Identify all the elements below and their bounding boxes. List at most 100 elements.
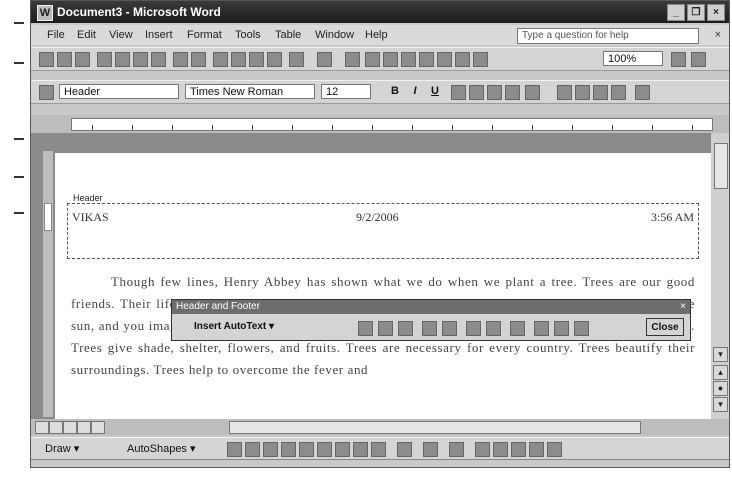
menu-help[interactable]: Help <box>365 25 388 45</box>
justify-icon[interactable] <box>505 85 520 100</box>
align-right-icon[interactable] <box>487 85 502 100</box>
font-select[interactable]: Times New Roman <box>185 84 315 99</box>
document-map-icon[interactable] <box>455 52 470 67</box>
print-icon[interactable] <box>133 52 148 67</box>
normal-view-icon[interactable] <box>35 421 49 434</box>
read-icon[interactable] <box>691 52 706 67</box>
minimize-icon[interactable]: _ <box>667 4 685 21</box>
print-preview-icon[interactable] <box>151 52 166 67</box>
menu-format[interactable]: Format <box>187 25 222 45</box>
autoshapes-menu-button[interactable]: AutoShapes ▾ <box>127 438 196 460</box>
oval-icon[interactable] <box>281 442 296 457</box>
paste-icon[interactable] <box>249 52 264 67</box>
insert-table-icon[interactable] <box>383 52 398 67</box>
bold-button[interactable]: B <box>387 84 403 99</box>
insert-autotext-button[interactable]: Insert AutoText ▾ <box>178 318 348 336</box>
next-page-icon[interactable]: ▾ <box>713 397 728 412</box>
line-spacing-icon[interactable] <box>525 85 540 100</box>
rectangle-icon[interactable] <box>263 442 278 457</box>
same-as-previous-icon[interactable] <box>510 321 525 336</box>
help-icon[interactable] <box>671 52 686 67</box>
menu-view[interactable]: View <box>109 25 133 45</box>
toolbar-close-icon[interactable]: × <box>680 300 686 314</box>
save-icon[interactable] <box>75 52 90 67</box>
font-size-select[interactable]: 12 <box>321 84 371 99</box>
wordart-icon[interactable] <box>317 442 332 457</box>
show-hide-text-icon[interactable] <box>486 321 501 336</box>
copy-icon[interactable] <box>231 52 246 67</box>
insert-date-icon[interactable] <box>422 321 437 336</box>
format-painter-icon[interactable] <box>267 52 282 67</box>
align-left-icon[interactable] <box>451 85 466 100</box>
switch-header-footer-icon[interactable] <box>534 321 549 336</box>
insert-time-icon[interactable] <box>442 321 457 336</box>
format-page-number-icon[interactable] <box>398 321 413 336</box>
columns-icon[interactable] <box>419 52 434 67</box>
restore-icon[interactable]: ❐ <box>687 4 705 21</box>
scroll-down-icon[interactable]: ▾ <box>713 347 728 362</box>
numbering-icon[interactable] <box>557 85 572 100</box>
fill-color-icon[interactable] <box>397 442 412 457</box>
3d-style-icon[interactable] <box>547 442 562 457</box>
horizontal-scroll-thumb[interactable] <box>229 421 641 434</box>
insert-page-number-icon[interactable] <box>358 321 373 336</box>
line-style-icon[interactable] <box>475 442 490 457</box>
permission-icon[interactable] <box>97 52 112 67</box>
vertical-scroll-thumb[interactable] <box>714 143 728 189</box>
diagram-icon[interactable] <box>335 442 350 457</box>
menu-tools[interactable]: Tools <box>235 25 261 45</box>
research-icon[interactable] <box>191 52 206 67</box>
spelling-icon[interactable] <box>173 52 188 67</box>
shadow-style-icon[interactable] <box>529 442 544 457</box>
line-icon[interactable] <box>227 442 242 457</box>
header-area[interactable]: VIKAS 9/2/2006 3:56 AM <box>67 203 699 259</box>
outline-view-icon[interactable] <box>77 421 91 434</box>
hyperlink-icon[interactable] <box>345 52 360 67</box>
center-icon[interactable] <box>469 85 484 100</box>
insert-number-of-pages-icon[interactable] <box>378 321 393 336</box>
reading-layout-view-icon[interactable] <box>91 421 105 434</box>
show-previous-icon[interactable] <box>554 321 569 336</box>
close-icon[interactable]: × <box>707 4 725 21</box>
undo-icon[interactable] <box>289 52 304 67</box>
drawing-icon[interactable] <box>437 52 452 67</box>
ask-question-input[interactable]: Type a question for help <box>517 28 699 44</box>
cut-icon[interactable] <box>213 52 228 67</box>
text-box-icon[interactable] <box>299 442 314 457</box>
document-page[interactable]: VIKAS 9/2/2006 3:56 AM Header Though few… <box>55 153 711 419</box>
italic-button[interactable]: I <box>407 84 423 99</box>
underline-button[interactable]: U <box>427 84 443 99</box>
font-color-icon[interactable] <box>449 442 464 457</box>
select-browse-object-icon[interactable]: ● <box>713 381 728 396</box>
dash-style-icon[interactable] <box>493 442 508 457</box>
arrow-icon[interactable] <box>245 442 260 457</box>
decrease-indent-icon[interactable] <box>593 85 608 100</box>
print-layout-view-icon[interactable] <box>63 421 77 434</box>
bullets-icon[interactable] <box>575 85 590 100</box>
close-header-footer-button[interactable]: Close <box>646 318 684 336</box>
previous-page-icon[interactable]: ▴ <box>713 365 728 380</box>
show-hide-icon[interactable] <box>473 52 488 67</box>
zoom-select[interactable]: 100% <box>603 51 663 66</box>
menu-table[interactable]: Table <box>275 25 301 45</box>
arrow-style-icon[interactable] <box>511 442 526 457</box>
clip-art-icon[interactable] <box>353 442 368 457</box>
picture-icon[interactable] <box>371 442 386 457</box>
menu-file[interactable]: File <box>47 25 65 45</box>
styles-formatting-icon[interactable] <box>39 85 54 100</box>
horizontal-ruler[interactable] <box>31 115 729 133</box>
tables-borders-icon[interactable] <box>365 52 380 67</box>
menu-insert[interactable]: Insert <box>145 25 173 45</box>
draw-menu-button[interactable]: Draw ▾ <box>45 438 79 460</box>
document-close-icon[interactable]: × <box>715 25 721 45</box>
new-document-icon[interactable] <box>39 52 54 67</box>
menu-edit[interactable]: Edit <box>77 25 96 45</box>
menu-window[interactable]: Window <box>315 25 354 45</box>
style-select[interactable]: Header <box>59 84 179 99</box>
outside-border-icon[interactable] <box>635 85 650 100</box>
insert-excel-icon[interactable] <box>401 52 416 67</box>
open-icon[interactable] <box>57 52 72 67</box>
page-setup-icon[interactable] <box>466 321 481 336</box>
increase-indent-icon[interactable] <box>611 85 626 100</box>
vertical-scrollbar[interactable]: ▾ ▴ ● ▾ <box>711 133 729 419</box>
